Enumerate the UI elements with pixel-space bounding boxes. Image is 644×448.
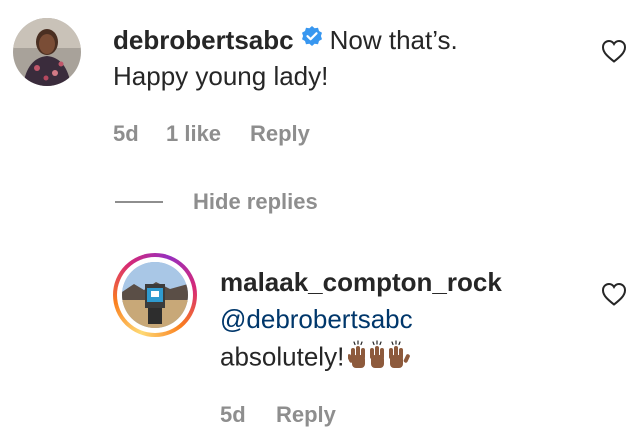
comment-text-line1: Now that’s.	[329, 25, 458, 55]
comment-text-line2: Happy young lady!	[113, 61, 329, 91]
verified-badge-icon	[300, 24, 324, 56]
commenter-avatar[interactable]	[13, 18, 81, 86]
story-ring[interactable]	[113, 253, 197, 337]
reply-mention[interactable]: @debrobertsabc	[220, 303, 413, 335]
comment-likes-count[interactable]: 1 like	[166, 121, 221, 147]
hide-replies-button[interactable]: Hide replies	[193, 189, 318, 215]
raising-hands-emoji-icon	[347, 340, 411, 377]
reply-avatar	[122, 262, 188, 328]
comment-reply-button[interactable]: Reply	[250, 121, 310, 147]
comment-thread: debrobertsabc Now that’s. Happy young lad…	[0, 0, 644, 448]
reply-text-line: absolutely!	[220, 340, 411, 377]
reply-reply-button[interactable]: Reply	[276, 402, 336, 428]
reply-like-heart-icon[interactable]	[600, 281, 628, 307]
reply-time: 5d	[220, 402, 246, 427]
comment-time: 5d	[113, 121, 139, 146]
comment-line-1: debrobertsabc Now that’s.	[113, 24, 458, 60]
comment-username[interactable]: debrobertsabc	[113, 25, 294, 55]
reply-username: malaak_compton_rock	[220, 267, 502, 297]
replies-divider	[115, 201, 163, 203]
reply-text: absolutely!	[220, 341, 345, 372]
like-heart-icon[interactable]	[600, 38, 628, 64]
